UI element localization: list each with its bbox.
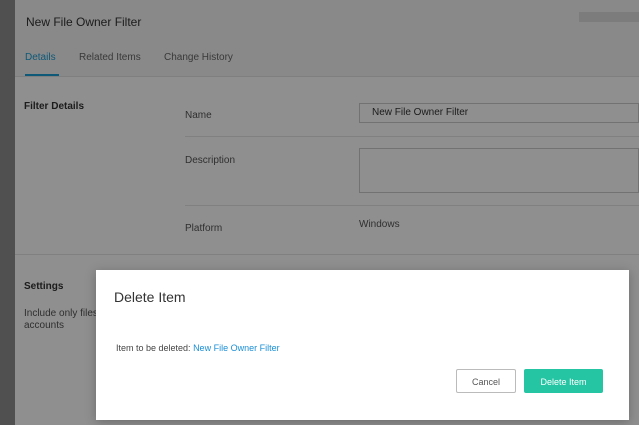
- delete-item-button[interactable]: Delete Item: [524, 369, 603, 393]
- delete-item-dialog: Delete Item Item to be deleted: New File…: [96, 270, 629, 420]
- cancel-button[interactable]: Cancel: [456, 369, 516, 393]
- dialog-title: Delete Item: [114, 289, 186, 305]
- dialog-message: Item to be deleted: New File Owner Filte…: [116, 343, 280, 353]
- deleted-item-link[interactable]: New File Owner Filter: [193, 343, 280, 353]
- dialog-message-prefix: Item to be deleted:: [116, 343, 194, 353]
